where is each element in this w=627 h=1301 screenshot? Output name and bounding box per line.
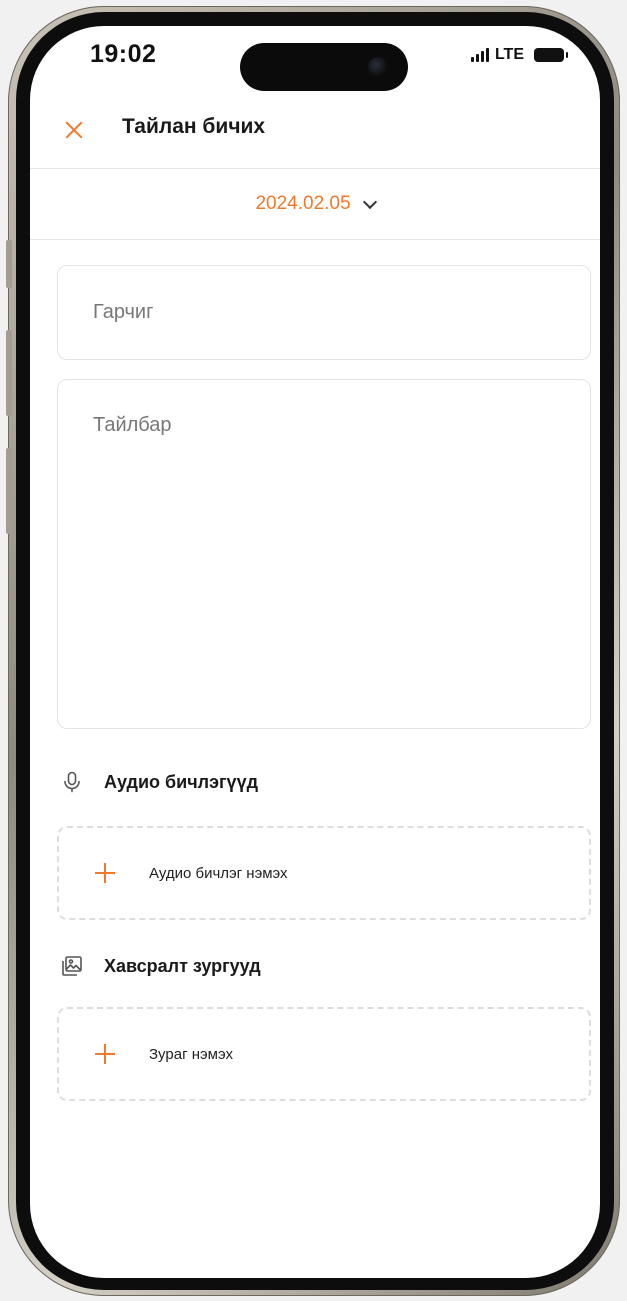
status-time: 19:02 xyxy=(90,40,157,68)
title-field-container xyxy=(57,265,591,360)
battery-icon xyxy=(534,48,568,62)
side-button xyxy=(6,240,12,288)
audio-section-heading: Аудио бичлэгүүд xyxy=(60,770,258,794)
add-audio-label: Аудио бичлэг нэмэх xyxy=(149,864,288,882)
network-label: LTE xyxy=(494,46,524,63)
camera-icon xyxy=(368,57,388,77)
description-field-container xyxy=(57,379,591,729)
status-indicators: LTE xyxy=(470,46,568,64)
image-section-heading: Хавсралт зургууд xyxy=(60,954,261,978)
signal-icon xyxy=(470,48,489,62)
gallery-icon xyxy=(60,954,84,978)
add-audio-button[interactable]: Аудио бичлэг нэмэх xyxy=(57,826,591,920)
add-image-label: Зураг нэмэх xyxy=(149,1045,233,1063)
plus-icon xyxy=(95,1044,115,1064)
header-bar: Тайлан бичих xyxy=(30,100,600,169)
date-value: 2024.02.05 xyxy=(255,193,351,214)
description-input[interactable] xyxy=(58,380,590,728)
side-button xyxy=(6,330,12,416)
audio-section-title: Аудио бичлэгүүд xyxy=(104,771,259,792)
side-button xyxy=(6,448,12,534)
dynamic-island xyxy=(240,43,408,91)
plus-icon xyxy=(95,863,115,883)
add-image-button[interactable]: Зураг нэмэх xyxy=(57,1007,591,1101)
title-input[interactable] xyxy=(58,266,590,359)
app-screen: 19:02 LTE Тайлан бичих 2024.02.05 Гарчиг… xyxy=(30,26,600,1278)
image-section-title: Хавсралт зургууд xyxy=(104,955,261,976)
date-selector[interactable]: 2024.02.05 xyxy=(30,169,600,240)
chevron-down-icon xyxy=(362,194,377,210)
close-icon[interactable] xyxy=(60,116,88,144)
mic-icon xyxy=(60,770,84,794)
status-bar: 19:02 LTE xyxy=(30,26,600,91)
page-title: Тайлан бичих xyxy=(122,115,266,138)
